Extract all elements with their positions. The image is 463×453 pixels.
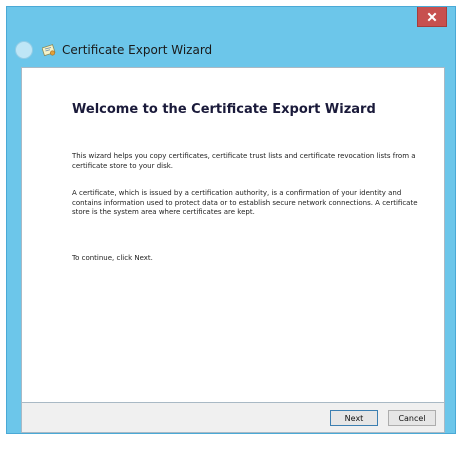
wizard-content-panel: Welcome to the Certificate Export Wizard… <box>21 67 445 403</box>
close-icon <box>427 12 437 21</box>
title-bar: Certificate Export Wizard <box>15 39 212 61</box>
cancel-button[interactable]: Cancel <box>388 410 436 426</box>
window-title: Certificate Export Wizard <box>62 43 213 57</box>
page-title: Welcome to the Certificate Export Wizard <box>72 102 376 117</box>
description-paragraph: A certificate, which is issued by a cert… <box>72 189 418 216</box>
close-button[interactable] <box>417 7 447 27</box>
back-arrow-icon[interactable] <box>15 41 33 59</box>
certificate-icon <box>42 44 56 57</box>
instruction-paragraph: To continue, click Next. <box>72 254 153 262</box>
next-button[interactable]: Next <box>330 410 378 426</box>
intro-paragraph: This wizard helps you copy certificates,… <box>72 152 416 170</box>
wizard-footer: Next Cancel <box>21 403 445 433</box>
wizard-window: Certificate Export Wizard Welcome to the… <box>6 6 456 434</box>
